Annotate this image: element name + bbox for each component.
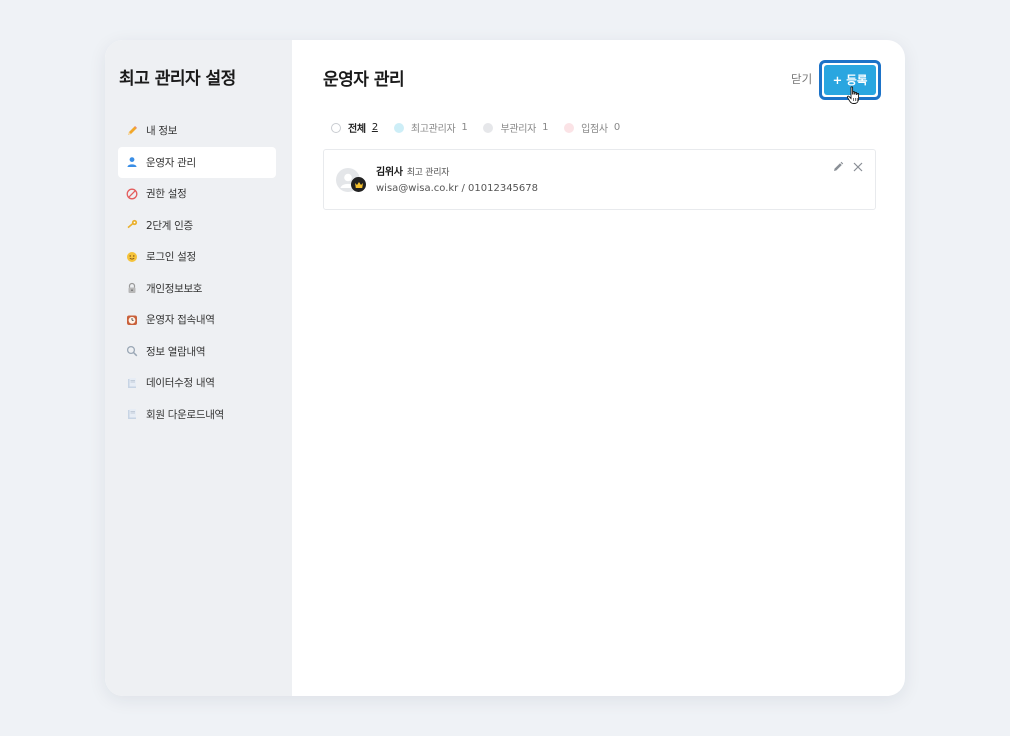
filter-label: 입점사 (581, 124, 608, 135)
sidebar-item-label: 권한 설정 (146, 188, 187, 200)
sidebar-item-view-history[interactable]: 정보 열람내역 (118, 336, 276, 367)
filter-sub-admin[interactable]: 부관리자 1 (483, 120, 548, 135)
sidebar-title: 최고 관리자 설정 (119, 69, 236, 89)
sidebar-item-privacy[interactable]: 개인정보보호 (118, 273, 276, 304)
filter-dot (331, 122, 341, 133)
sidebar-item-label: 운영자 관리 (146, 156, 196, 169)
filter-dot (564, 122, 575, 133)
sidebar-item-data-edit-history[interactable]: 데이터수정 내역 (118, 367, 276, 398)
person-icon (126, 156, 138, 168)
sidebar-item-access-history[interactable]: 운영자 접속내역 (118, 304, 276, 335)
sidebar-item-label: 2단계 인증 (146, 219, 193, 232)
filter-vendor[interactable]: 입점사 0 (564, 120, 620, 135)
filter-all[interactable]: 전체 2 (331, 120, 378, 135)
smiley-icon (126, 251, 138, 263)
key-icon (126, 219, 138, 231)
filter-label: 부관리자 (500, 124, 537, 135)
sidebar-item-label: 정보 열람내역 (146, 345, 206, 358)
sidebar-item-label: 데이터수정 내역 (146, 377, 215, 389)
sidebar-item-operator-management[interactable]: 운영자 관리 (118, 146, 276, 178)
operator-filter-tabs: 전체 2 최고관리자 1 부관리자 1 입점사 0 (331, 120, 636, 135)
filter-dot (483, 122, 494, 133)
filter-count: 0 (613, 122, 620, 133)
filter-label: 전체 (348, 124, 366, 135)
clock-icon (126, 314, 138, 326)
sidebar-item-permission-settings[interactable]: 권한 설정 (118, 178, 276, 209)
document-icon (126, 408, 138, 420)
main-panel: 운영자 관리 닫기 + 등록 전체 2 최고관리자 1 부관리자 1 입점사 0… (292, 40, 905, 696)
document-icon (126, 377, 138, 389)
hand-cursor-icon (846, 86, 860, 104)
close-link[interactable]: 닫기 (791, 71, 812, 87)
filter-count: 2 (371, 122, 378, 133)
sidebar-item-label: 운영자 접속내역 (146, 314, 215, 326)
sidebar-item-my-info[interactable]: 내 정보 (118, 115, 276, 146)
operator-role: 최고 관리자 (406, 168, 450, 178)
edit-icon[interactable] (832, 161, 844, 173)
sidebar-menu: 내 정보 운영자 관리 권한 설정 2단계 인증 로그인 설정 개인정보보호 운… (118, 115, 276, 430)
sidebar-item-label: 내 정보 (146, 125, 178, 137)
crown-icon (351, 177, 366, 192)
sidebar: 최고 관리자 설정 내 정보 운영자 관리 권한 설정 2단계 인증 로그인 설… (105, 40, 292, 696)
filter-count: 1 (461, 122, 468, 133)
sidebar-item-two-factor[interactable]: 2단계 인증 (118, 210, 276, 241)
filter-count: 1 (542, 122, 549, 133)
close-icon[interactable] (852, 161, 864, 173)
sidebar-item-label: 개인정보보호 (146, 282, 203, 295)
lock-icon (126, 282, 138, 294)
operator-contact: wisa@wisa.co.kr / 01012345678 (376, 183, 539, 194)
sidebar-item-label: 로그인 설정 (146, 251, 196, 263)
prohibited-icon (126, 188, 138, 200)
pencil-icon (126, 125, 138, 137)
settings-modal: 최고 관리자 설정 내 정보 운영자 관리 권한 설정 2단계 인증 로그인 설… (105, 40, 905, 696)
sidebar-item-download-history[interactable]: 회원 다운로드내역 (118, 399, 276, 430)
magnifier-icon (126, 345, 138, 357)
operator-name-line: 김위사 최고 관리자 (376, 163, 449, 178)
filter-super-admin[interactable]: 최고관리자 1 (393, 120, 468, 135)
operator-card: 김위사 최고 관리자 wisa@wisa.co.kr / 01012345678 (323, 149, 876, 210)
operator-name: 김위사 (376, 167, 403, 178)
filter-label: 최고관리자 (410, 124, 456, 135)
filter-dot (393, 122, 404, 133)
sidebar-item-login-settings[interactable]: 로그인 설정 (118, 241, 276, 272)
sidebar-item-label: 회원 다운로드내역 (146, 408, 224, 421)
